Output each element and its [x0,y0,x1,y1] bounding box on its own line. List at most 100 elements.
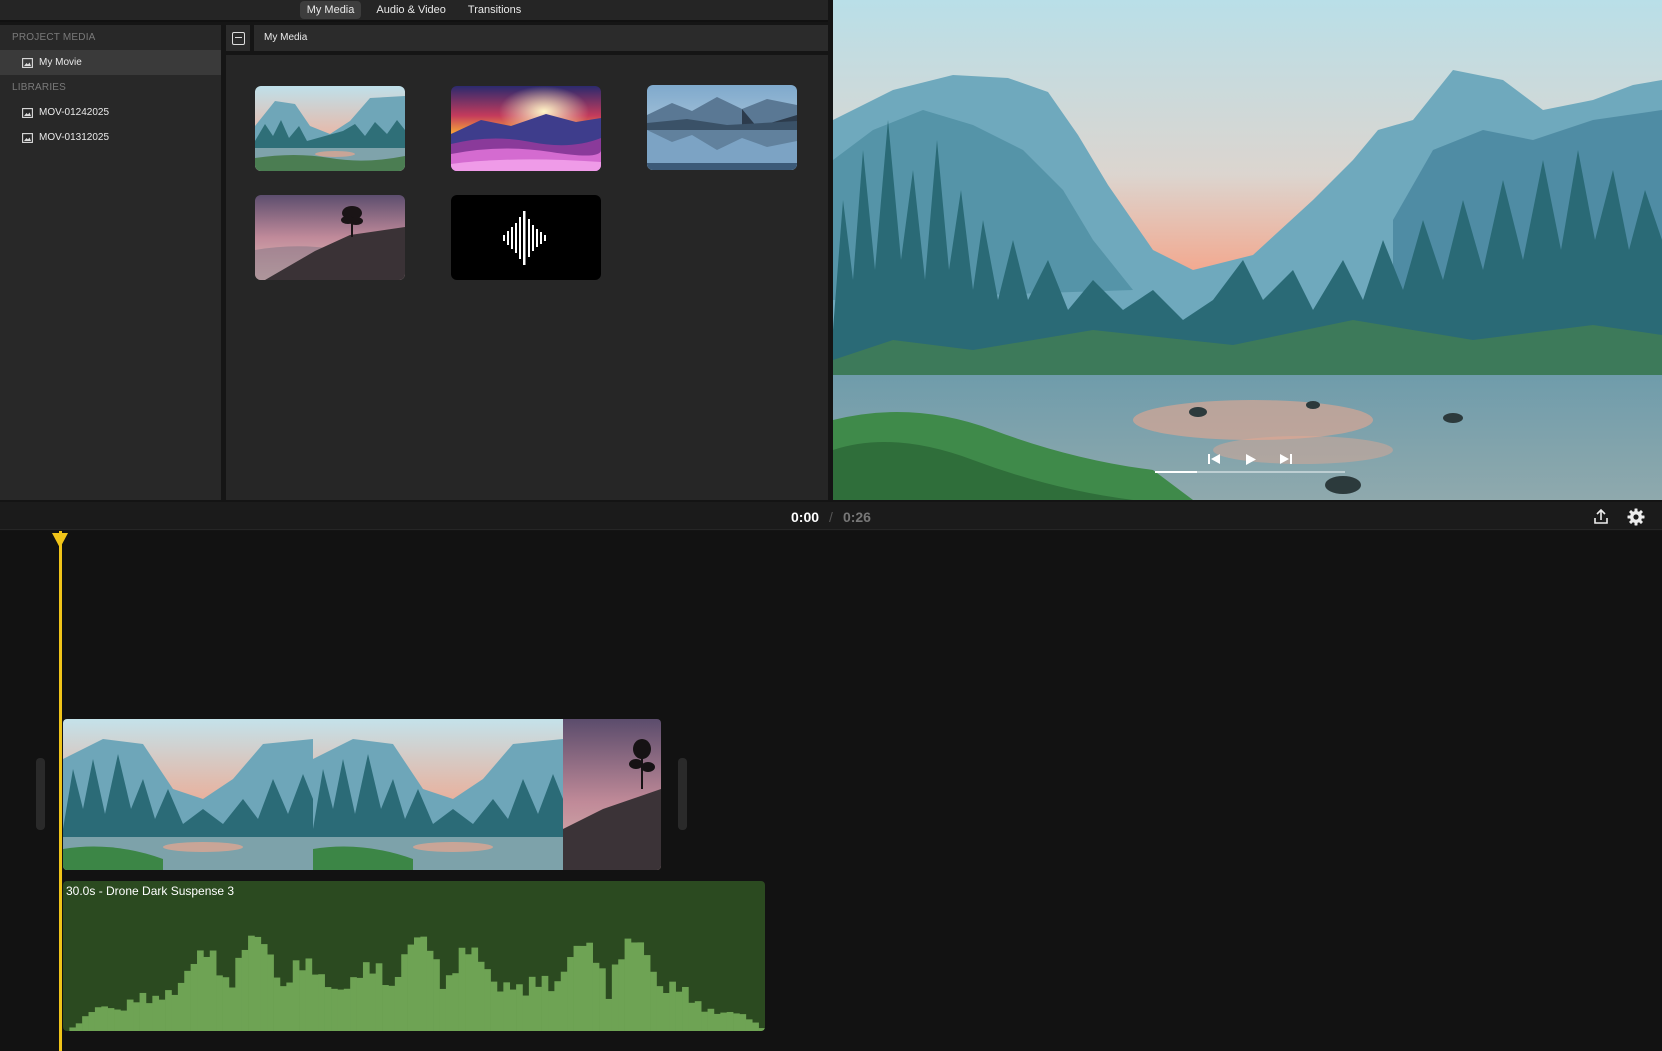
waveform-bar [375,963,383,1031]
waveform-bar [465,954,472,1031]
waveform-bar [656,986,664,1031]
media-thumbnail-mountain-lake[interactable] [647,85,797,170]
waveform-bar [471,947,479,1031]
waveform-bar [420,936,428,1031]
lone-tree-image [255,195,405,280]
waveform-bar [190,963,198,1031]
trim-handle-right[interactable] [678,758,687,830]
media-header: My Media [226,25,828,51]
waveform-bar [248,935,255,1031]
waveform-bar [490,981,498,1031]
video-clip-track[interactable] [63,719,661,870]
waveform-bar [311,974,319,1031]
waveform-bar [216,975,223,1031]
gear-icon [1627,508,1645,526]
waveform-bar [675,991,683,1031]
waveform-bar [592,962,600,1031]
waveform-bar [752,1022,759,1031]
waveform-bar [369,973,377,1031]
waveform-bar [171,994,179,1031]
playhead-handle[interactable] [52,533,68,548]
tab-audio-video[interactable]: Audio & Video [369,1,453,19]
playhead-line[interactable] [59,531,62,1051]
waveform-bar [241,949,249,1031]
waveform-bar [228,987,236,1031]
waveform-bar [305,958,313,1031]
waveform-bar [643,955,651,1031]
waveform-bar [267,954,274,1031]
waveform-bar [458,947,466,1031]
waveform-bar [324,987,332,1031]
waveform-bar [503,982,511,1031]
waveform-bar [701,1011,708,1031]
waveform-bar [758,1028,765,1031]
waveform-bar [605,998,613,1031]
audio-waveform [69,935,765,1031]
skip-back-button[interactable] [1205,450,1223,468]
tab-bar: My Media Audio & Video Transitions [0,0,828,22]
skip-forward-button[interactable] [1277,450,1295,468]
waveform-bar [120,1010,128,1031]
waveform-bar [522,995,530,1031]
waveform-bar [158,999,166,1031]
waveform-bar [509,989,517,1031]
video-preview[interactable] [833,0,1662,500]
waveform-bar [496,991,504,1031]
waveform-bar [362,962,370,1031]
media-panel-title: My Media [254,25,828,51]
waveform-bar [114,1009,121,1031]
waveform-bar [694,1001,702,1031]
waveform-bar [579,945,587,1031]
waveform-bar [650,971,657,1031]
waveform-bar [554,981,562,1031]
waveform-bar [139,992,147,1031]
media-thumbnail-flower-sunset[interactable] [451,86,601,171]
settings-button[interactable] [1626,507,1646,527]
waveform-bar [445,975,453,1031]
sidebar-item-library-2[interactable]: MOV-01312025 [0,125,221,150]
audio-clip-track[interactable]: 30.0s - Drone Dark Suspense 3 [63,881,765,1031]
sidebar-item-library-1[interactable]: MOV-01242025 [0,100,221,125]
media-thumbnail-audio[interactable] [451,195,601,280]
share-button[interactable] [1591,507,1611,527]
collapse-sidebar-button[interactable] [226,25,250,51]
tab-transitions[interactable]: Transitions [461,1,528,19]
waveform-bar [567,957,574,1031]
timeline: 30.0s - Drone Dark Suspense 3 [0,531,1662,1051]
waveform-bar [707,1008,715,1031]
sidebar-item-label: MOV-01242025 [39,107,110,118]
scrub-bar[interactable] [1155,471,1345,473]
waveform-bar [82,1016,89,1031]
waveform-bar [69,1027,77,1031]
image-icon [22,132,33,143]
sidebar-item-my-movie[interactable]: My Movie [0,50,221,75]
waveform-bar [107,1008,115,1031]
waveform-bar [356,977,364,1031]
play-button[interactable] [1242,450,1260,468]
image-icon [22,57,33,68]
waveform-bar [618,959,625,1031]
audio-clip-label: 30.0s - Drone Dark Suspense 3 [66,884,235,898]
waveform-bar [299,970,306,1031]
waveform-bar [452,973,459,1031]
waveform-bar [133,1002,140,1031]
waveform-bar [382,985,389,1031]
media-thumbnail-valley-river[interactable] [255,86,405,171]
waveform-bar [477,961,485,1031]
waveform-bar [611,964,619,1031]
waveform-bar [152,995,160,1031]
preview-frame-image [833,0,1662,500]
editor-top: My Media Audio & Video Transitions PROJE… [0,0,1662,500]
trim-handle-left[interactable] [36,758,45,830]
waveform-bar [292,960,300,1031]
tab-my-media[interactable]: My Media [299,1,362,19]
sidebar-item-label: My Movie [39,57,82,68]
waveform-bar [235,957,242,1031]
waveform-bar [560,971,568,1031]
skip-forward-icon [1280,454,1292,464]
media-thumbnail-lone-tree[interactable] [255,195,405,280]
waveform-bar [688,1002,696,1031]
waveform-bar [624,938,632,1031]
waveform-bar [197,950,204,1031]
waveform-bar [350,977,357,1031]
